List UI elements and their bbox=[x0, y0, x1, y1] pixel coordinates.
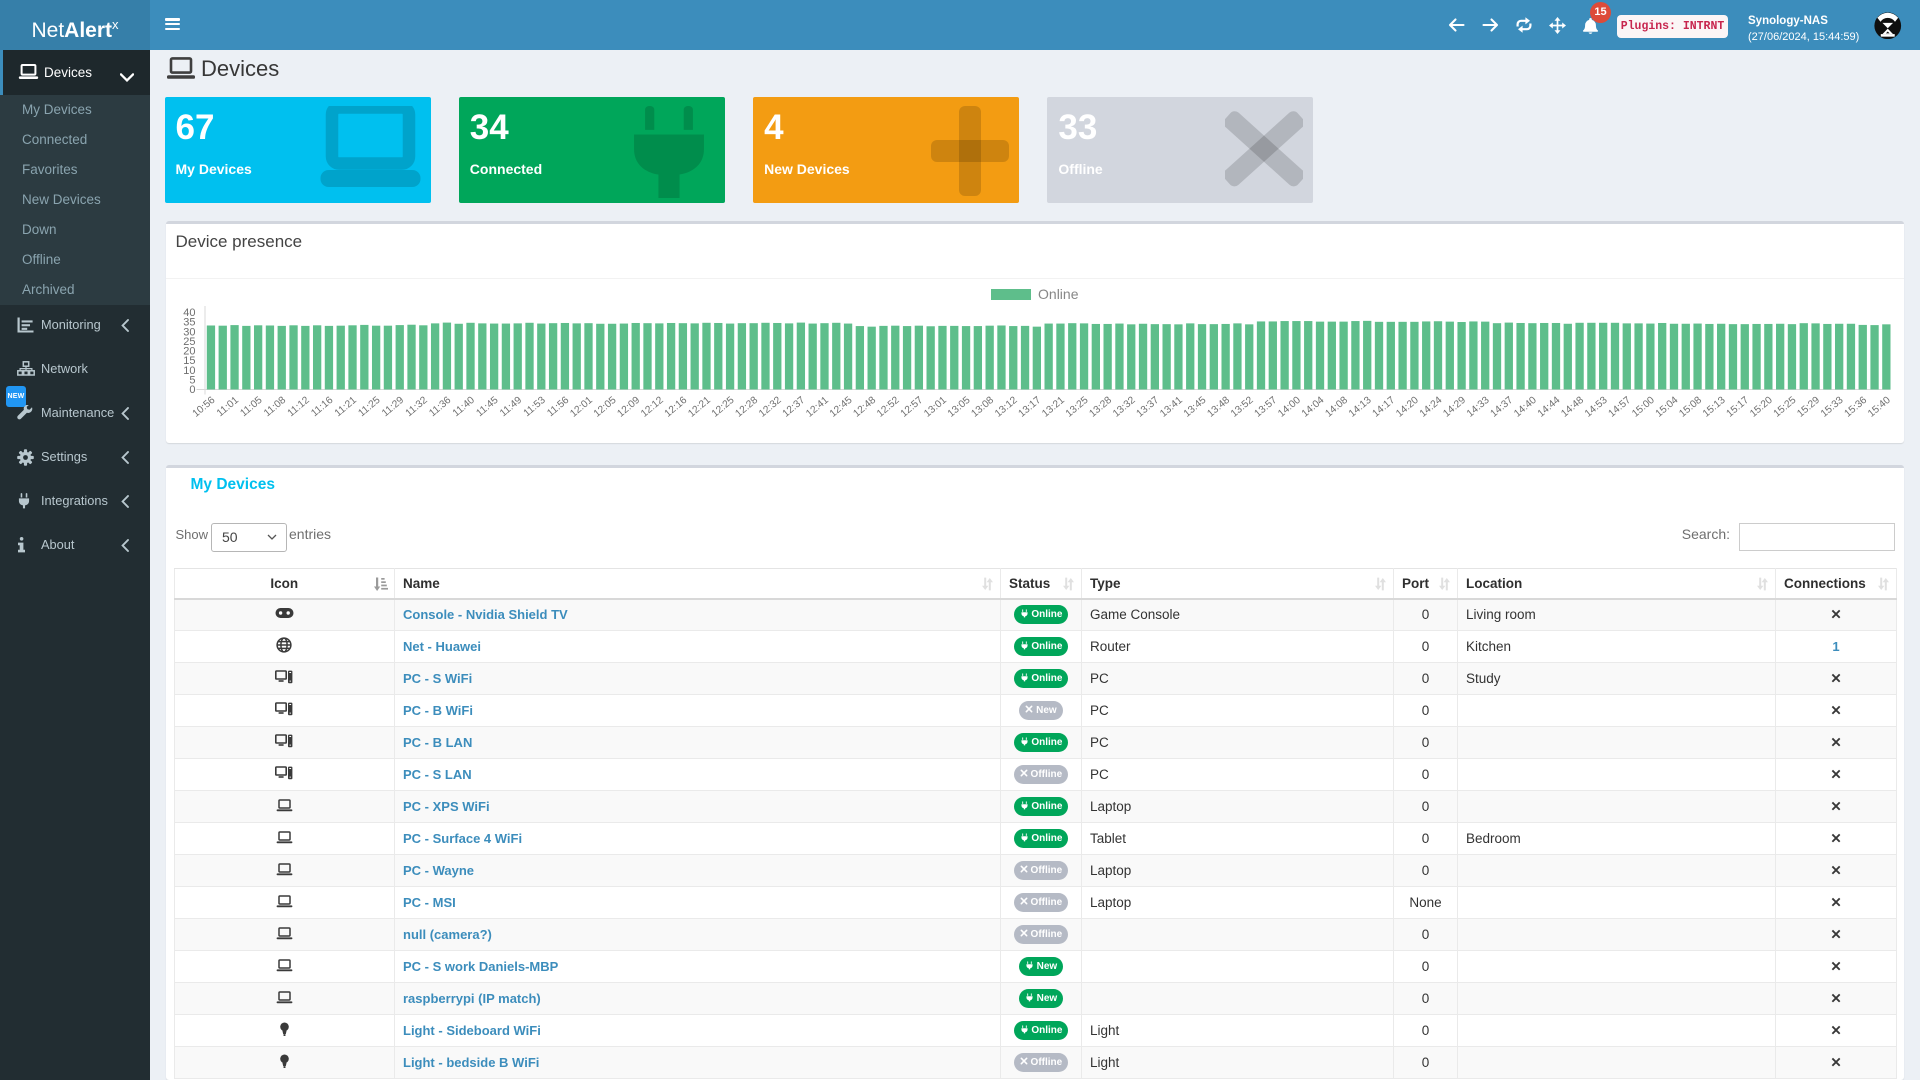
svg-text:15:04: 15:04 bbox=[1653, 395, 1680, 420]
svg-text:12:41: 12:41 bbox=[804, 395, 831, 420]
svg-text:14:20: 14:20 bbox=[1394, 395, 1421, 420]
svg-text:13:57: 13:57 bbox=[1252, 395, 1279, 420]
svg-text:11:05: 11:05 bbox=[238, 395, 264, 420]
svg-text:13:32: 13:32 bbox=[1111, 395, 1138, 420]
svg-text:13:48: 13:48 bbox=[1205, 395, 1232, 420]
svg-text:12:25: 12:25 bbox=[709, 395, 736, 420]
svg-text:13:01: 13:01 bbox=[922, 395, 949, 420]
svg-text:13:17: 13:17 bbox=[1016, 395, 1043, 420]
svg-text:13:52: 13:52 bbox=[1229, 395, 1256, 420]
svg-text:12:05: 12:05 bbox=[591, 395, 618, 420]
svg-text:13:28: 13:28 bbox=[1087, 395, 1114, 420]
svg-text:11:16: 11:16 bbox=[309, 395, 335, 420]
svg-text:40: 40 bbox=[183, 307, 195, 319]
svg-text:14:24: 14:24 bbox=[1417, 395, 1444, 420]
svg-text:13:05: 13:05 bbox=[945, 395, 972, 420]
svg-text:15:08: 15:08 bbox=[1677, 395, 1704, 420]
svg-text:11:45: 11:45 bbox=[474, 395, 500, 420]
svg-text:12:57: 12:57 bbox=[898, 395, 925, 420]
svg-text:14:48: 14:48 bbox=[1559, 395, 1586, 420]
svg-text:14:13: 14:13 bbox=[1347, 395, 1374, 420]
svg-text:15:20: 15:20 bbox=[1748, 395, 1775, 420]
svg-text:12:52: 12:52 bbox=[875, 395, 902, 420]
svg-text:13:41: 13:41 bbox=[1158, 395, 1185, 420]
svg-text:14:00: 14:00 bbox=[1276, 395, 1303, 420]
svg-text:12:21: 12:21 bbox=[686, 395, 713, 420]
svg-text:15:36: 15:36 bbox=[1842, 395, 1869, 420]
svg-text:13:08: 13:08 bbox=[969, 395, 996, 420]
svg-text:10:56: 10:56 bbox=[190, 395, 217, 420]
svg-text:12:01: 12:01 bbox=[568, 395, 595, 420]
svg-text:12:12: 12:12 bbox=[639, 395, 666, 420]
svg-text:12:48: 12:48 bbox=[851, 395, 878, 420]
svg-text:12:09: 12:09 bbox=[615, 395, 642, 420]
svg-text:15:00: 15:00 bbox=[1630, 395, 1657, 420]
svg-text:11:56: 11:56 bbox=[545, 395, 571, 420]
svg-text:11:25: 11:25 bbox=[356, 395, 382, 420]
svg-text:13:12: 13:12 bbox=[993, 395, 1020, 420]
svg-text:11:49: 11:49 bbox=[498, 395, 524, 420]
svg-text:11:12: 11:12 bbox=[285, 395, 311, 420]
svg-text:13:25: 13:25 bbox=[1063, 395, 1090, 420]
svg-text:12:28: 12:28 bbox=[733, 395, 760, 420]
svg-text:14:29: 14:29 bbox=[1441, 395, 1468, 420]
svg-text:11:36: 11:36 bbox=[427, 395, 453, 420]
svg-text:11:21: 11:21 bbox=[332, 395, 358, 420]
svg-text:15:25: 15:25 bbox=[1771, 395, 1798, 420]
svg-text:14:04: 14:04 bbox=[1299, 395, 1326, 420]
svg-text:14:57: 14:57 bbox=[1606, 395, 1633, 420]
svg-text:13:21: 13:21 bbox=[1040, 395, 1067, 420]
svg-text:14:37: 14:37 bbox=[1488, 395, 1515, 420]
svg-text:15:40: 15:40 bbox=[1866, 395, 1893, 420]
svg-text:11:32: 11:32 bbox=[403, 395, 429, 420]
svg-text:15:13: 15:13 bbox=[1700, 395, 1727, 420]
svg-text:14:08: 14:08 bbox=[1323, 395, 1350, 420]
svg-text:13:45: 13:45 bbox=[1181, 395, 1208, 420]
svg-text:13:37: 13:37 bbox=[1134, 395, 1161, 420]
svg-text:14:40: 14:40 bbox=[1512, 395, 1539, 420]
svg-text:12:45: 12:45 bbox=[827, 395, 854, 420]
svg-text:11:08: 11:08 bbox=[262, 395, 288, 420]
svg-text:12:32: 12:32 bbox=[757, 395, 784, 420]
svg-text:15:33: 15:33 bbox=[1818, 395, 1845, 420]
svg-text:14:44: 14:44 bbox=[1535, 395, 1562, 420]
svg-text:11:53: 11:53 bbox=[521, 395, 547, 420]
svg-text:14:17: 14:17 bbox=[1370, 395, 1397, 420]
svg-text:15:29: 15:29 bbox=[1795, 395, 1822, 420]
svg-text:12:37: 12:37 bbox=[780, 395, 807, 420]
svg-text:14:33: 14:33 bbox=[1465, 395, 1492, 420]
svg-text:11:01: 11:01 bbox=[214, 395, 240, 420]
svg-text:11:29: 11:29 bbox=[380, 395, 406, 420]
svg-text:12:16: 12:16 bbox=[662, 395, 689, 420]
svg-text:11:40: 11:40 bbox=[450, 395, 476, 420]
svg-text:14:53: 14:53 bbox=[1583, 395, 1610, 420]
svg-text:15:17: 15:17 bbox=[1724, 395, 1751, 420]
